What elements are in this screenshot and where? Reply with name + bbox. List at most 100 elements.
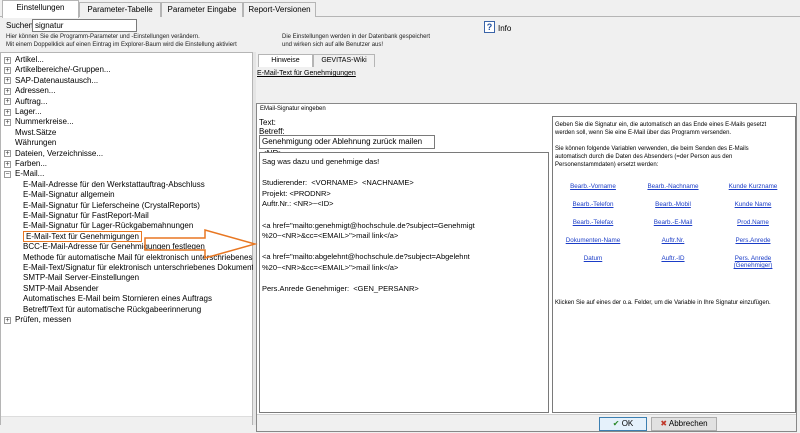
variable-link[interactable]: Bearb.-Mobil: [635, 201, 711, 208]
tree-item[interactable]: SAP-Datenaustausch...: [15, 76, 98, 86]
variable-link[interactable]: Auftr.Nr.: [635, 237, 711, 244]
body-line: Pers.Anrede Genehmiger: <GEN_PERSANR>: [262, 284, 419, 294]
variables-panel: Geben Sie die Signatur ein, die automati…: [552, 116, 796, 413]
info-label[interactable]: Info: [498, 24, 511, 33]
tree-item-label: Adressen...: [15, 86, 56, 96]
tree-item-email-child[interactable]: E-Mail-Signatur allgemein: [23, 190, 115, 200]
tree-horizontal-scrollbar[interactable]: [1, 416, 252, 425]
tree-item[interactable]: Artikel...: [15, 55, 44, 65]
expand-icon[interactable]: +: [4, 108, 11, 116]
db-hint-line-2: und wirken sich auf alle Benutzer aus!: [282, 42, 384, 48]
help-text-2-line-2: automatisch durch die Daten des Absender…: [555, 154, 733, 160]
body-line: Sag was dazu und genehmige das!: [262, 157, 380, 166]
variable-link[interactable]: Kunde Kurzname: [715, 183, 791, 190]
tab-hinweise[interactable]: Hinweise: [258, 54, 313, 67]
body-line: Studierender: <VORNAME> <NACHNAME>: [262, 178, 414, 188]
tree-item-email-child[interactable]: SMTP-Mail Server-Einstellungen: [23, 273, 139, 283]
tree-item-label: Artikelbereiche/-Gruppen...: [15, 65, 111, 75]
tree-item-label: E-Mail...: [15, 169, 45, 179]
db-hint-line-1: Die Einstellungen werden in der Datenban…: [282, 34, 431, 40]
tree-item[interactable]: Dateien, Verzeichnisse...: [15, 149, 103, 159]
tree-item-email-child[interactable]: E-Mail-Signatur für FastReport-Mail: [23, 211, 149, 221]
tree-item-label: E-Mail-Adresse für den Werkstattauftrag-…: [23, 179, 205, 189]
tab-gevitas-wiki[interactable]: GEVITAS-Wiki: [313, 54, 375, 67]
tree-item[interactable]: Nummerkreise...: [15, 117, 74, 127]
body-line: <a href="mailto:abgelehnt@hochschule.de?…: [262, 252, 470, 262]
tree-item[interactable]: Lager...: [15, 107, 42, 117]
body-line: %20~<NR>&cc=<EMAIL>">mail link</a>: [262, 262, 399, 272]
expand-icon[interactable]: +: [4, 98, 11, 106]
setting-title: E-Mail-Text für Genehmigungen: [257, 70, 356, 77]
variable-link[interactable]: Pers.Anrede: [715, 237, 791, 244]
collapse-icon[interactable]: −: [4, 170, 11, 178]
tree-item-label: SMTP-Mail Server-Einstellungen: [23, 273, 140, 283]
tree-item-email-child[interactable]: Methode für automatische Mail für elektr…: [23, 253, 269, 263]
expand-icon[interactable]: +: [4, 150, 11, 158]
variable-link[interactable]: Bearb.-E-Mail: [635, 219, 711, 226]
tree-item-email-child[interactable]: E-Mail-Text für Genehmigungen: [23, 230, 142, 242]
variable-link[interactable]: Bearb.-Vorname: [555, 183, 631, 190]
hint-line-2: Mit einem Doppelklick auf einen Eintrag …: [6, 42, 237, 48]
tree-item-label: Auftrag...: [15, 96, 48, 106]
settings-tree[interactable]: Artikel... + Artikelbereiche/-Gruppen... + S…: [0, 52, 269, 425]
tree-item[interactable]: Mwst.Sätze: [15, 128, 56, 138]
expand-icon[interactable]: +: [4, 77, 11, 85]
variable-link[interactable]: Bearb.-Telefax: [555, 219, 631, 226]
tree-item[interactable]: Farben...: [15, 159, 47, 169]
tab-report-versionen[interactable]: Report-Versionen: [243, 2, 316, 17]
tree-item[interactable]: Währungen: [15, 138, 56, 148]
body-line: [262, 168, 546, 179]
tree-item-label: SMTP-Mail Absender: [23, 283, 99, 293]
tree-item-email-child[interactable]: E-Mail-Signatur für Lieferscheine (Cryst…: [23, 201, 200, 211]
tree-item-email-child[interactable]: E-Mail-Adresse für den Werkstattauftrag-…: [23, 180, 205, 190]
tree-item-email-child[interactable]: BCC-E-Mail-Adresse für Genehmigungen fes…: [23, 242, 205, 252]
signature-body-textarea[interactable]: Sag was dazu und genehmige das! Studieren…: [259, 152, 549, 413]
tree-item-email-child[interactable]: Automatisches E-Mail beim Stornieren ein…: [23, 294, 212, 304]
tree-item-label: Automatisches E-Mail beim Stornieren ein…: [23, 294, 212, 304]
tree-item-email-child[interactable]: E-Mail-Text/Signatur für elektronisch un…: [23, 263, 254, 273]
cancel-button[interactable]: ✖ Abbrechen: [651, 417, 717, 431]
help-text-1-line-1: Geben Sie die Signatur ein, die automati…: [555, 122, 767, 128]
tree-item[interactable]: Adressen...: [15, 86, 55, 96]
tree-item-email-child[interactable]: Betreff/Text für automatische Rückgabeer…: [23, 305, 201, 315]
tree-item-label: Dateien, Verzeichnisse...: [15, 148, 104, 158]
variable-link[interactable]: Kunde Name: [715, 201, 791, 208]
variable-link[interactable]: Pers. Anrede (Genehmiger): [715, 255, 791, 269]
tab-parameter-tabelle[interactable]: Parameter-Tabelle: [79, 2, 161, 17]
expand-icon[interactable]: +: [4, 160, 11, 168]
ok-label: OK: [621, 419, 634, 428]
ok-button[interactable]: ✔ OK: [599, 417, 647, 431]
expand-icon[interactable]: +: [4, 56, 11, 64]
tree-item-email-child[interactable]: SMTP-Mail Absender: [23, 284, 99, 294]
tab-parameter-eingabe[interactable]: Parameter Eingabe: [161, 2, 243, 17]
tree-item[interactable]: Artikelbereiche/-Gruppen...: [15, 65, 111, 75]
tree-item-label: Prüfen, messen: [15, 315, 72, 324]
tree-item[interactable]: Prüfen, messen: [15, 315, 71, 325]
tree-item-email-child[interactable]: E-Mail-Signatur für Lager-Rückgabemahnun…: [23, 221, 193, 231]
body-line: [262, 274, 546, 285]
tab-einstellungen[interactable]: Einstellungen: [2, 0, 79, 18]
body-line: Auftr.Nr.: <NR>~<ID>: [262, 199, 334, 209]
variable-link[interactable]: Bearb.-Telefon: [555, 201, 631, 208]
tree-item[interactable]: E-Mail...: [15, 169, 44, 179]
variable-link[interactable]: Auftr.-ID: [635, 255, 711, 262]
search-input[interactable]: signatur: [32, 19, 137, 32]
tree-item-label: E-Mail-Text/Signatur für elektronisch un…: [23, 263, 254, 272]
question-help-icon[interactable]: ?: [484, 21, 495, 33]
help-text-2-line-3: Personenstammdaten) ersetzt werden:: [555, 162, 659, 168]
variable-link[interactable]: Prod.Name: [715, 219, 791, 226]
checkmark-icon: ✔: [612, 419, 620, 428]
hint-line-1: Hier können Sie die Programm-Parameter u…: [6, 34, 200, 40]
expand-icon[interactable]: +: [4, 316, 11, 324]
variable-link[interactable]: Dokumenten-Name: [555, 237, 631, 244]
cross-icon: ✖: [660, 419, 668, 428]
expand-icon[interactable]: +: [4, 87, 11, 95]
variable-link[interactable]: Bearb.-Nachname: [635, 183, 711, 190]
subject-input[interactable]: Genehmigung oder Ablehnung zurück mailen…: [259, 135, 435, 158]
expand-icon[interactable]: +: [4, 66, 11, 74]
body-line: <a href="mailto:genehmigt@hochschule.de?…: [262, 220, 475, 230]
tree-item-label: E-Mail-Signatur für Lieferscheine (Cryst…: [23, 200, 200, 210]
variable-link[interactable]: Datum: [555, 255, 631, 262]
tree-item[interactable]: Auftrag...: [15, 97, 47, 107]
expand-icon[interactable]: +: [4, 118, 11, 126]
